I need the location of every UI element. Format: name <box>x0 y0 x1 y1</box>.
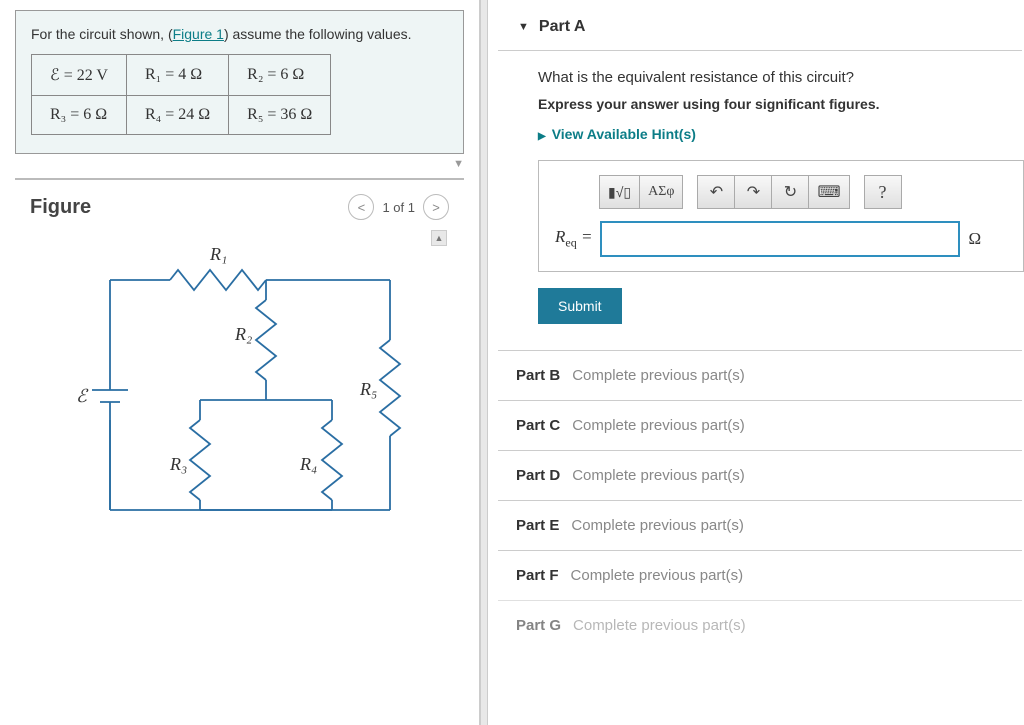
help-button[interactable]: ? <box>864 175 902 209</box>
locked-part-g: Part G Complete previous part(s) <box>498 600 1022 650</box>
value-cell: R₃ = 6 Ω <box>32 96 127 135</box>
figure-pager: < 1 of 1 > <box>348 194 449 220</box>
label-r4: R₄ <box>299 454 317 474</box>
collapse-toggle[interactable]: ▼ <box>0 154 479 178</box>
problem-intro: For the circuit shown, (Figure 1) assume… <box>31 26 448 42</box>
instruction-text: Express your answer using four significa… <box>538 96 1024 112</box>
toolbar-spacer <box>849 175 865 209</box>
part-label: Part G <box>516 617 561 634</box>
circuit-diagram: R₁ R₂ R₃ R₄ R₅ ℰ <box>50 230 430 540</box>
figure-section: Figure < 1 of 1 > ▲ <box>15 178 464 560</box>
answer-input-row: Req = Ω <box>555 221 1023 257</box>
label-r1: R₁ <box>209 244 227 264</box>
problem-statement: For the circuit shown, (Figure 1) assume… <box>15 10 464 154</box>
locked-msg: Complete previous part(s) <box>572 467 745 484</box>
toolbar-spacer <box>682 175 698 209</box>
keyboard-button[interactable]: ⌨ <box>808 175 849 209</box>
part-label: Part F <box>516 567 559 584</box>
chevron-down-icon: ▼ <box>518 21 529 33</box>
locked-part-b: Part B Complete previous part(s) <box>498 350 1022 400</box>
locked-msg: Complete previous part(s) <box>573 617 746 634</box>
answer-box: ▮√▯ ΑΣφ ↶ ↷ ↻ ⌨ ? Req = Ω <box>538 160 1024 272</box>
submit-button[interactable]: Submit <box>538 288 622 324</box>
equation-toolbar: ▮√▯ ΑΣφ ↶ ↷ ↻ ⌨ ? <box>599 175 1023 209</box>
view-hints-link[interactable]: View Available Hint(s) <box>538 126 1024 142</box>
part-a-body: What is the equivalent resistance of thi… <box>498 51 1024 324</box>
answer-input[interactable] <box>600 221 960 257</box>
label-r3: R₃ <box>169 454 187 474</box>
part-label: Part B <box>516 367 560 384</box>
templates-button[interactable]: ▮√▯ <box>599 175 640 209</box>
label-r5: R₅ <box>359 379 377 399</box>
left-pane: For the circuit shown, (Figure 1) assume… <box>0 0 480 725</box>
part-a-title: Part A <box>539 18 586 36</box>
locked-msg: Complete previous part(s) <box>572 417 745 434</box>
redo-button[interactable]: ↷ <box>734 175 772 209</box>
values-table: ℰ = 22 V R₁ = 4 Ω R₂ = 6 Ω R₃ = 6 Ω R₄ =… <box>31 54 331 135</box>
locked-msg: Complete previous part(s) <box>571 567 744 584</box>
locked-part-c: Part C Complete previous part(s) <box>498 400 1022 450</box>
label-emf: ℰ <box>76 386 89 406</box>
value-cell: ℰ = 22 V <box>32 55 127 96</box>
part-label: Part C <box>516 417 560 434</box>
greek-button[interactable]: ΑΣφ <box>639 175 683 209</box>
undo-button[interactable]: ↶ <box>697 175 735 209</box>
locked-part-f: Part F Complete previous part(s) <box>498 550 1022 600</box>
reset-button[interactable]: ↻ <box>771 175 809 209</box>
figure-link[interactable]: Figure 1 <box>173 26 224 42</box>
figure-title: Figure <box>30 196 91 219</box>
locked-part-e: Part E Complete previous part(s) <box>498 500 1022 550</box>
part-label: Part E <box>516 517 559 534</box>
unit-label: Ω <box>968 229 981 249</box>
figure-body: ▲ <box>30 230 449 560</box>
intro-before: For the circuit shown, ( <box>31 26 173 42</box>
part-a-header[interactable]: ▼ Part A <box>498 0 1022 51</box>
value-cell: R₂ = 6 Ω <box>229 55 331 96</box>
eq-label: Req = <box>555 227 592 250</box>
prev-figure-button[interactable]: < <box>348 194 374 220</box>
value-cell: R₄ = 24 Ω <box>126 96 228 135</box>
pane-divider[interactable] <box>480 0 488 725</box>
locked-msg: Complete previous part(s) <box>571 517 744 534</box>
label-r2: R₂ <box>234 324 252 344</box>
intro-after: ) assume the following values. <box>224 26 412 42</box>
value-cell: R₁ = 4 Ω <box>126 55 228 96</box>
right-pane: ▼ Part A What is the equivalent resistan… <box>488 0 1024 725</box>
part-label: Part D <box>516 467 560 484</box>
locked-part-d: Part D Complete previous part(s) <box>498 450 1022 500</box>
scroll-up-icon[interactable]: ▲ <box>431 230 447 246</box>
next-figure-button[interactable]: > <box>423 194 449 220</box>
locked-msg: Complete previous part(s) <box>572 367 745 384</box>
question-text: What is the equivalent resistance of thi… <box>538 69 1024 86</box>
pager-text: 1 of 1 <box>382 200 415 215</box>
value-cell: R₅ = 36 Ω <box>229 96 331 135</box>
